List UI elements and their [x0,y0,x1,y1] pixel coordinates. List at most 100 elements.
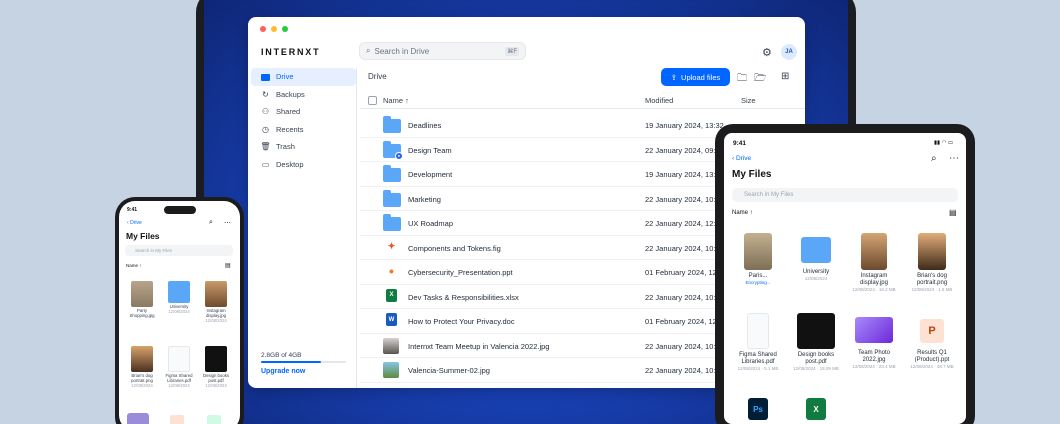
phone-file-card[interactable]: Instagram display.jpg 12/08/2024 [201,281,231,324]
photo-thumbnail [383,362,401,378]
file-name: Paris... [748,273,768,279]
file-modified: 22 January 2024, 09:29 [645,145,724,155]
breadcrumb[interactable]: Drive [368,72,387,81]
tablet-file-card[interactable]: University 12/08/2024 [789,237,843,282]
column-size[interactable]: Size [741,96,756,105]
file-name: Components and Tokens.fig [408,243,501,253]
pdf-thumbnail [205,346,227,372]
backups-icon: ↻ [262,89,269,99]
photo-thumbnail [861,233,887,270]
folder-icon [261,72,270,81]
upload-icon: ⇪ [670,72,678,82]
photo-thumbnail [131,281,153,307]
upload-folder-icon[interactable]: 🗁 [754,71,766,88]
tablet-file-card[interactable]: Figma Shared Libraries.pdf 12/08/2024 · 5… [731,313,785,372]
doc-icon: W [383,313,401,329]
folder-icon [383,214,401,231]
xlsx-icon [207,415,221,424]
file-name: Development [408,170,453,179]
search-input[interactable]: ⌕ Search in Drive ⌘F [359,42,526,60]
phone-file-card[interactable]: Design books post.pdf 12/08/2024 [201,346,231,389]
tablet-file-card[interactable]: P Results Q1 (Product).ppt 12/08/2024 · 48… [905,319,959,370]
new-folder-icon[interactable]: 🗀 [737,71,747,88]
column-name[interactable]: Name ↑ [383,96,409,105]
grid-view-icon[interactable]: ⊞ [781,71,789,82]
list-view-icon[interactable]: ▤ [225,262,231,269]
upload-label: Upload files [681,72,721,82]
tablet-file-card[interactable]: Design books post.pdf 12/08/2024 · 18.09 … [789,313,843,372]
photo-thumbnail [131,346,153,372]
phone-file-card[interactable]: University 12/08/2024 [164,281,194,315]
file-name: Deadlines [408,121,442,130]
sidebar-item-label: Trash [276,142,295,152]
more-icon[interactable]: ⋯ [949,153,959,164]
sidebar-item-backups[interactable]: ↻ Backups [251,86,356,104]
folder-icon [383,116,401,133]
file-date: 12/08/2024 [168,308,190,314]
file-name: Brian's dog portrait.png [916,273,948,287]
sidebar-item-shared[interactable]: ⚇ Shared [251,103,356,121]
upload-files-button[interactable]: ⇪ Upload files [661,68,730,86]
phone-sort[interactable]: Name ↑ [126,263,142,268]
file-name: Figma Shared Libraries.pdf [739,352,777,366]
search-icon[interactable]: ⌕ [209,219,213,227]
file-date: 12/08/2024 · 5.1 MB [737,366,779,372]
window-controls [260,26,288,32]
phone-time: 9:41 [127,207,138,213]
ppt-icon: P [920,319,944,343]
phone-file-card[interactable]: Figma Shared Libraries.pdf 12/08/2024 [164,346,194,389]
column-modified[interactable]: Modified [645,96,673,105]
phone-file-card[interactable]: Party Shopping.jpg [127,281,157,319]
sidebar-item-label: Desktop [276,159,304,169]
sidebar-item-drive[interactable]: Drive [251,68,356,86]
tablet-search-input[interactable]: Search in My Files [732,188,958,202]
file-name: Design Team [408,145,452,155]
sidebar-item-label: Backups [276,89,305,99]
tablet-file-card[interactable]: Brian's dog portrait.png 12/08/2024 · 1.6… [905,233,959,293]
search-icon: ⌕ [366,46,371,55]
gear-icon[interactable]: ⚙ [762,46,772,59]
sidebar-item-label: Recents [276,124,304,134]
file-modified: 22 January 2024, 10:08 [645,341,724,351]
more-icon[interactable]: ⋯ [224,219,231,227]
phone-back-label: Drive [130,220,142,226]
tablet-back-link[interactable]: ‹ Drive [732,155,751,162]
minimize-dot[interactable] [271,26,277,32]
phone-search-input[interactable]: Search in My Files [125,245,233,256]
avatar[interactable]: JA [781,44,797,60]
folder-icon [383,189,401,207]
folder-icon [383,165,401,182]
tablet-file-card[interactable]: Instagram display.jpg 12/08/2024 · 16.2 M… [847,233,901,293]
search-icon[interactable]: ⌕ [931,153,937,164]
tablet-sort[interactable]: Name ↑ [732,210,753,216]
file-name: Design books post.pdf [797,352,835,366]
photo-thumbnail [205,281,227,307]
upgrade-link[interactable]: Upgrade now [261,368,305,375]
file-date: 12/08/2024 · 18.09 MB [793,366,839,372]
file-status: Encrypting... [745,280,771,286]
search-shortcut: ⌘F [505,46,519,56]
tablet-screen: 9:41 ▮▮ ◠ ▭ ‹ Drive ⌕ ⋯ My Files Search … [724,133,966,424]
clock-icon: ◷ [262,124,269,134]
file-name: Marketing [408,194,441,204]
tablet-file-card[interactable]: Team Photo 2022.jpg 12/08/2024 · 23.4 MB [847,317,901,370]
ppt-icon: ● [383,264,401,280]
file-name: Party Shopping.jpg [129,308,155,318]
list-view-icon[interactable]: ▤ [949,208,957,217]
photo-thumbnail [918,233,946,270]
phone-back-link[interactable]: ‹ Drive [127,220,142,226]
select-all-checkbox[interactable] [368,96,377,105]
figma-icon: ✦ [386,239,397,253]
search-placeholder: Search in Drive [374,46,430,56]
storage-usage: 2.8GB of 4GB [261,352,302,359]
file-modified: 19 January 2024, 13:32 [645,121,724,130]
phone-file-card[interactable]: Brian's dog portrait.png 12/08/2024 [127,346,157,389]
sidebar-item-desktop[interactable]: ▭ Desktop [251,156,356,174]
sidebar-item-trash[interactable]: 🗑 Trash [251,138,356,156]
sidebar-item-recents[interactable]: ◷ Recents [251,121,356,139]
tablet-back-label: Drive [735,155,752,162]
maximize-dot[interactable] [282,26,288,32]
tablet-file-card[interactable]: Paris... Encrypting... [731,233,785,286]
xlsx-icon: X [806,398,826,420]
close-dot[interactable] [260,26,266,32]
